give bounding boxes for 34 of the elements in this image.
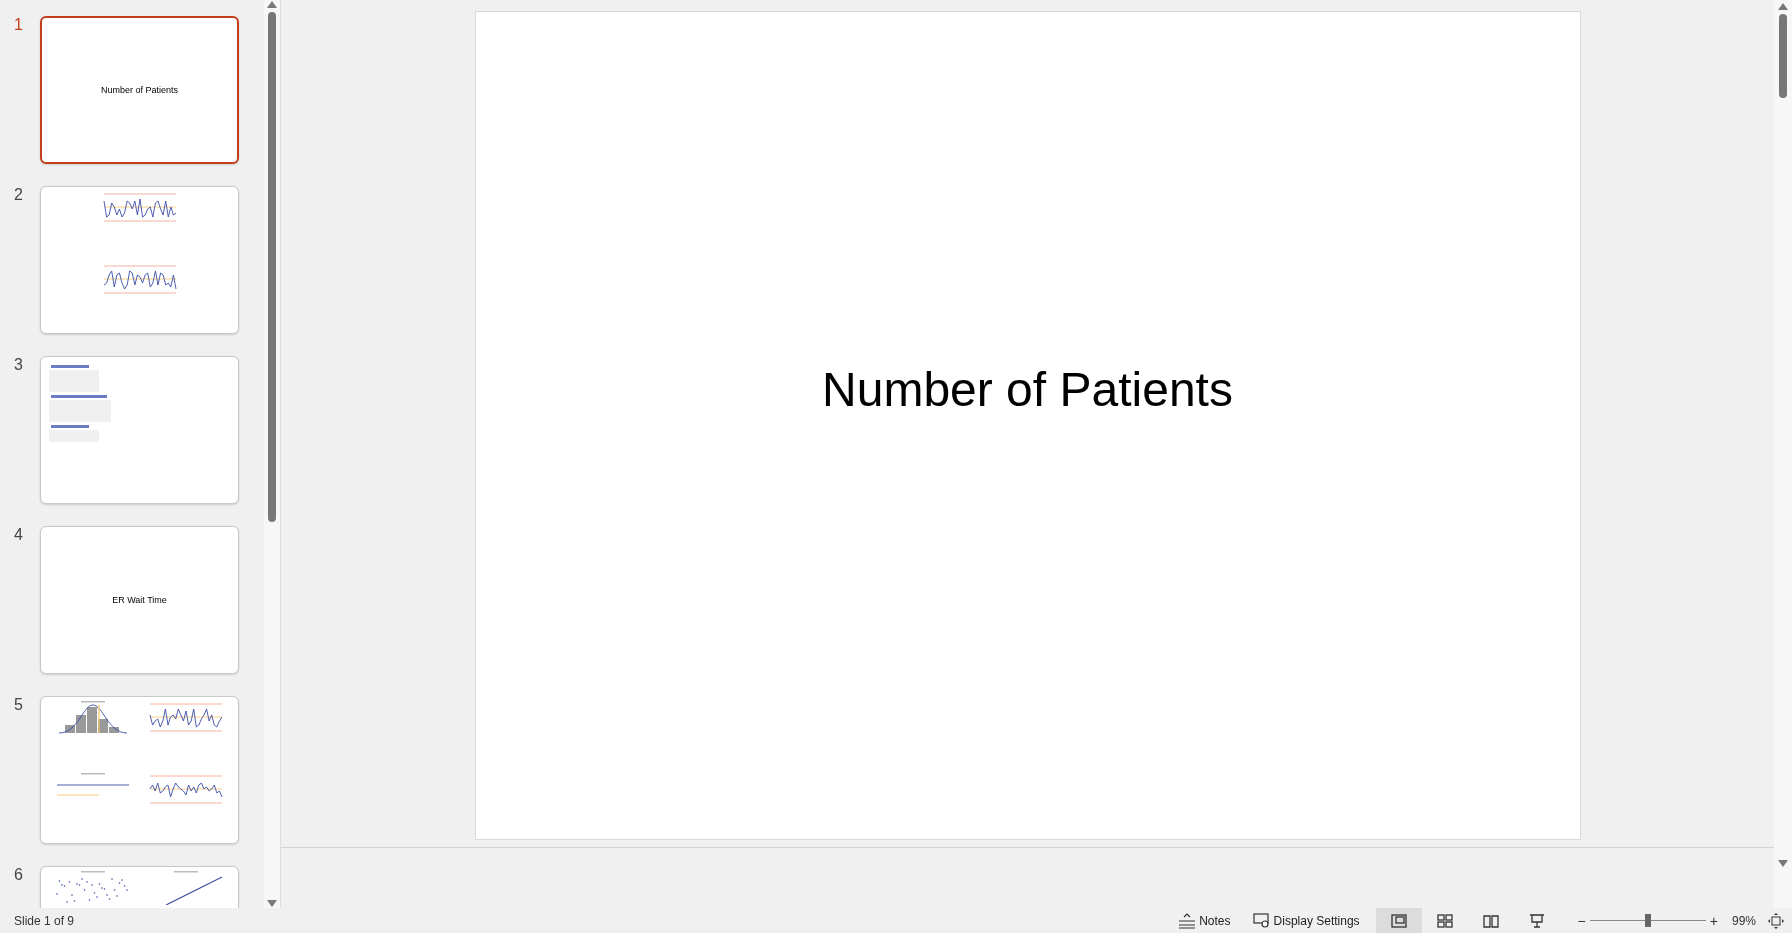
slide-counter: Slide 1 of 9 <box>14 913 75 928</box>
book-icon <box>1482 913 1499 928</box>
notes-icon <box>1178 912 1197 929</box>
scroll-up-icon[interactable] <box>267 0 277 8</box>
slide-number: 5 <box>13 696 24 714</box>
normal-view-icon <box>1390 913 1407 928</box>
zoom-level: 99% <box>1731 913 1756 928</box>
slide-thumbnail[interactable] <box>40 356 239 504</box>
fit-to-window-icon[interactable] <box>1768 912 1784 929</box>
slide-number: 1 <box>13 16 24 34</box>
scroll-up-icon[interactable] <box>1778 2 1788 10</box>
zoom-out-button[interactable]: − <box>1573 912 1590 929</box>
thumbnail-title: Number of Patients <box>100 85 178 95</box>
slide-thumbnail[interactable] <box>40 696 239 844</box>
monitor-gear-icon <box>1252 913 1271 928</box>
slide-number: 4 <box>13 526 24 544</box>
slide-thumbnail[interactable] <box>40 186 239 334</box>
thumbnail-title: ER Wait Time <box>112 595 167 605</box>
slide-title: Number of Patients <box>822 362 1233 418</box>
display-settings-button[interactable]: Display Settings <box>1246 908 1366 933</box>
slide-thumbnail[interactable]: ER Wait Time <box>40 526 239 674</box>
slide-number: 6 <box>13 866 24 884</box>
zoom-slider-thumb[interactable] <box>1644 914 1651 927</box>
grid-view-icon <box>1436 913 1453 928</box>
scroll-down-icon[interactable] <box>1778 860 1788 868</box>
projector-screen-icon <box>1528 913 1545 928</box>
scrollbar-thumb[interactable] <box>1779 14 1787 98</box>
zoom-in-button[interactable]: + <box>1705 912 1722 929</box>
slide-thumbnail[interactable]: Number of Patients <box>40 16 239 164</box>
slide-number: 2 <box>13 186 24 204</box>
scrollbar-thumb[interactable] <box>268 12 276 522</box>
notes-button[interactable]: Notes <box>1172 908 1237 933</box>
slide-number: 3 <box>13 356 24 374</box>
view-button[interactable] <box>1375 908 1422 933</box>
